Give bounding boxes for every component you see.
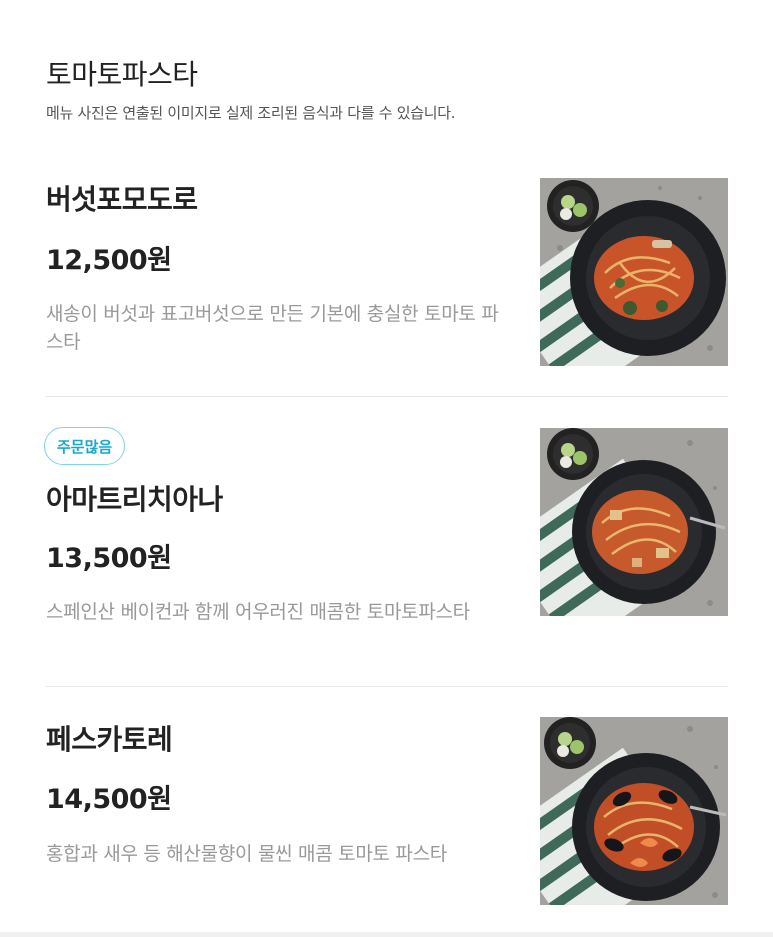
item-price: 14,500원 [46,784,172,815]
section-disclaimer: 메뉴 사진은 연출된 이미지로 실제 조리된 음식과 다를 수 있습니다. [46,104,456,122]
item-divider [46,396,728,397]
item-photo[interactable] [540,428,728,616]
item-divider [46,686,728,687]
item-name: 아마트리치아나 [46,483,223,516]
item-price: 13,500원 [46,543,172,574]
popular-badge: 주문많음 [44,427,126,465]
menu-page: 토마토파스타 메뉴 사진은 연출된 이미지로 실제 조리된 음식과 다를 수 있… [0,0,773,937]
item-description: 스페인산 베이컨과 함께 어우러진 매콤한 토마토파스타 [46,601,470,623]
section-title: 토마토파스타 [46,58,198,91]
item-name: 버섯포모도로 [46,183,198,216]
item-description: 새송이 버섯과 표고버섯으로 만든 기본에 충실한 토마토 파스타 [46,303,499,353]
item-photo[interactable] [540,717,728,905]
pasta-dish-image [540,178,728,366]
item-price: 12,500원 [46,245,172,276]
item-name: 페스카토레 [46,723,173,756]
item-description: 홍합과 새우 등 해산물향이 물씬 매콤 토마토 파스타 [46,843,447,865]
bottom-separator [0,932,773,937]
pasta-dish-image [540,717,728,905]
item-photo[interactable] [540,178,728,366]
pasta-dish-image [540,428,728,616]
